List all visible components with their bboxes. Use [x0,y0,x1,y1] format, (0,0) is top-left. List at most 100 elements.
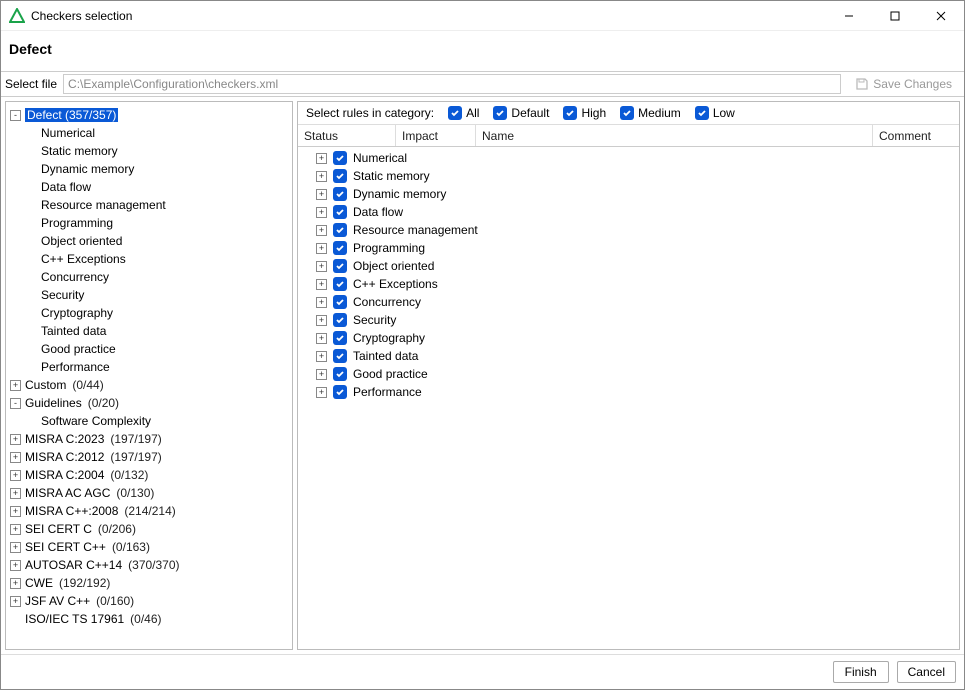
expand-icon[interactable]: + [316,369,327,380]
expand-icon[interactable]: + [10,506,21,517]
rule-row[interactable]: +C++ Exceptions [298,275,959,293]
expand-icon[interactable]: + [10,596,21,607]
tree-item[interactable]: Data flow [10,178,288,196]
col-impact[interactable]: Impact [396,125,476,146]
rule-row[interactable]: +Performance [298,383,959,401]
rule-row[interactable]: +Programming [298,239,959,257]
expand-icon[interactable]: + [10,524,21,535]
checkbox-checked-icon[interactable] [333,187,347,201]
checkbox-checked-icon[interactable] [333,205,347,219]
col-status[interactable]: Status [298,125,396,146]
filter-checkbox[interactable]: Medium [620,106,681,120]
filter-checkbox[interactable]: Low [695,106,735,120]
expand-icon[interactable]: + [10,578,21,589]
expand-icon[interactable]: + [316,261,327,272]
checkbox-checked-icon[interactable] [333,223,347,237]
tree-item[interactable]: Tainted data [10,322,288,340]
tree-item[interactable]: Static memory [10,142,288,160]
tree-item[interactable]: C++ Exceptions [10,250,288,268]
checkbox-checked-icon[interactable] [333,277,347,291]
expand-icon[interactable]: + [316,279,327,290]
tree-item[interactable]: +MISRA C++:2008(214/214) [10,502,288,520]
expand-icon[interactable]: + [316,207,327,218]
checkbox-checked-icon[interactable] [333,169,347,183]
rule-row[interactable]: +Static memory [298,167,959,185]
tree-item[interactable]: +MISRA AC AGC(0/130) [10,484,288,502]
tree-item[interactable]: Cryptography [10,304,288,322]
rule-row[interactable]: +Cryptography [298,329,959,347]
col-name[interactable]: Name [476,125,873,146]
rule-row[interactable]: +Resource management [298,221,959,239]
rules-list[interactable]: +Numerical+Static memory+Dynamic memory+… [298,147,959,649]
collapse-icon[interactable]: - [10,110,21,121]
rule-row[interactable]: +Object oriented [298,257,959,275]
expand-icon[interactable]: + [316,243,327,254]
checkbox-checked-icon[interactable] [333,313,347,327]
save-changes-button[interactable]: Save Changes [847,73,960,95]
tree-item[interactable]: -Guidelines(0/20) [10,394,288,412]
close-button[interactable] [918,1,964,31]
checkbox-checked-icon[interactable] [333,349,347,363]
file-path-input[interactable] [63,74,841,94]
tree-item[interactable]: Concurrency [10,268,288,286]
tree-item[interactable]: +MISRA C:2023(197/197) [10,430,288,448]
expand-icon[interactable]: + [316,171,327,182]
checkbox-checked-icon[interactable] [333,367,347,381]
rule-row[interactable]: +Dynamic memory [298,185,959,203]
tree-item[interactable]: +MISRA C:2004(0/132) [10,466,288,484]
tree-item[interactable]: Software Complexity [10,412,288,430]
expand-icon[interactable]: + [316,333,327,344]
checkbox-checked-icon[interactable] [333,259,347,273]
expand-icon[interactable]: + [316,387,327,398]
cancel-button[interactable]: Cancel [897,661,956,683]
expand-icon[interactable]: + [316,297,327,308]
tree-item[interactable]: Object oriented [10,232,288,250]
rule-row[interactable]: +Good practice [298,365,959,383]
tree-item[interactable]: Resource management [10,196,288,214]
checkbox-checked-icon[interactable] [333,331,347,345]
expand-icon[interactable]: + [10,452,21,463]
tree-item[interactable]: +CWE(192/192) [10,574,288,592]
tree-item[interactable]: Programming [10,214,288,232]
rule-row[interactable]: +Security [298,311,959,329]
expand-icon[interactable]: + [10,560,21,571]
rule-row[interactable]: +Numerical [298,149,959,167]
tree-item[interactable]: +SEI CERT C++(0/163) [10,538,288,556]
expand-icon[interactable]: + [316,315,327,326]
rule-row[interactable]: +Concurrency [298,293,959,311]
tree-item[interactable]: Performance [10,358,288,376]
checkbox-checked-icon[interactable] [333,295,347,309]
category-tree[interactable]: -Defect (357/357)NumericalStatic memoryD… [5,101,293,650]
expand-icon[interactable]: + [10,434,21,445]
filter-checkbox[interactable]: High [563,106,606,120]
minimize-button[interactable] [826,1,872,31]
expand-icon[interactable]: + [316,189,327,200]
maximize-button[interactable] [872,1,918,31]
tree-item[interactable]: ISO/IEC TS 17961(0/46) [10,610,288,628]
tree-item[interactable]: Good practice [10,340,288,358]
finish-button[interactable]: Finish [833,661,889,683]
tree-item[interactable]: +MISRA C:2012(197/197) [10,448,288,466]
rule-row[interactable]: +Data flow [298,203,959,221]
expand-icon[interactable]: + [316,153,327,164]
expand-icon[interactable]: + [10,470,21,481]
tree-item[interactable]: +AUTOSAR C++14(370/370) [10,556,288,574]
tree-item[interactable]: Dynamic memory [10,160,288,178]
expand-icon[interactable]: + [10,380,21,391]
col-comment[interactable]: Comment [873,125,959,146]
collapse-icon[interactable]: - [10,398,21,409]
checkbox-checked-icon[interactable] [333,385,347,399]
checkbox-checked-icon[interactable] [333,151,347,165]
tree-item[interactable]: -Defect (357/357) [10,106,288,124]
expand-icon[interactable]: + [316,351,327,362]
tree-item[interactable]: Numerical [10,124,288,142]
tree-item[interactable]: +Custom(0/44) [10,376,288,394]
expand-icon[interactable]: + [10,488,21,499]
tree-item[interactable]: +JSF AV C++(0/160) [10,592,288,610]
expand-icon[interactable]: + [10,542,21,553]
filter-checkbox[interactable]: Default [493,106,549,120]
checkbox-checked-icon[interactable] [333,241,347,255]
tree-item[interactable]: +SEI CERT C(0/206) [10,520,288,538]
tree-item[interactable]: Security [10,286,288,304]
filter-checkbox[interactable]: All [448,106,479,120]
